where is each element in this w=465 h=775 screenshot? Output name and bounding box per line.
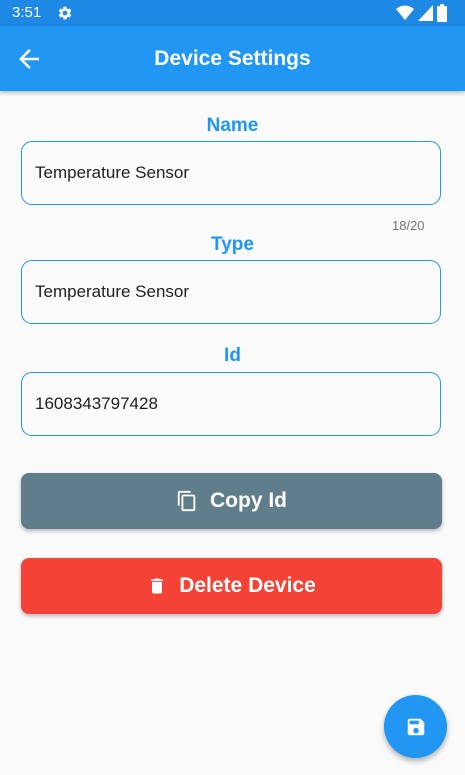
signal-icon	[418, 5, 433, 21]
type-label: Type	[211, 234, 254, 255]
save-icon	[407, 718, 425, 736]
battery-icon	[437, 4, 447, 22]
delete-device-button[interactable]: Delete Device	[21, 558, 442, 614]
name-field[interactable]: Temperature Sensor	[21, 141, 441, 205]
type-field[interactable]: Temperature Sensor	[21, 260, 441, 324]
name-char-counter: 18/20	[392, 218, 425, 233]
id-label: Id	[224, 345, 241, 366]
name-label: Name	[206, 115, 259, 136]
status-time: 3:51	[12, 4, 42, 21]
page-title: Device Settings	[154, 47, 311, 70]
copy-icon	[177, 490, 196, 512]
trash-icon	[151, 578, 164, 594]
app-bar: Device Settings	[0, 26, 465, 91]
copy-id-button[interactable]: Copy Id	[21, 473, 442, 529]
type-value: Temperature Sensor	[35, 282, 190, 301]
settings-icon	[58, 6, 72, 20]
delete-device-label: Delete Device	[179, 574, 316, 597]
id-value: 1608343797428	[35, 394, 158, 413]
name-value: Temperature Sensor	[35, 163, 190, 182]
status-bar: 3:51	[0, 0, 465, 26]
save-fab[interactable]	[384, 695, 447, 758]
copy-id-label: Copy Id	[210, 489, 287, 512]
wifi-icon	[396, 5, 414, 20]
id-field[interactable]: 1608343797428	[21, 372, 441, 436]
